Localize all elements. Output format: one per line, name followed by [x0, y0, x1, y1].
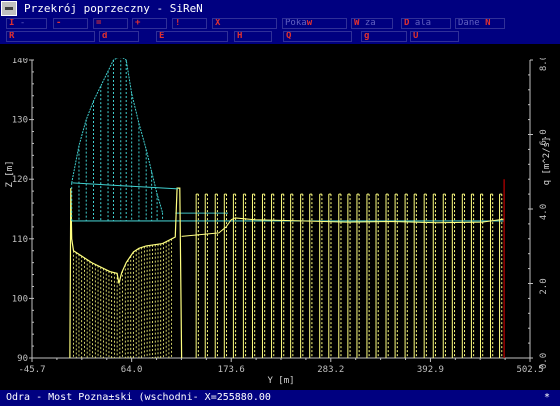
- y-left-tick-label: 130: [12, 116, 28, 126]
- x-tick-label: -45.7: [18, 365, 45, 375]
- x-tick-label: 64.0: [121, 365, 143, 375]
- menu-row1-button-8[interactable]: D ala: [401, 18, 451, 29]
- menu-row2-button-5[interactable]: g: [361, 31, 407, 42]
- menu-row1-button-1[interactable]: -: [53, 18, 88, 29]
- menu-row1-button-9[interactable]: Dane N: [455, 18, 505, 29]
- menu-hotkey: +: [135, 18, 141, 28]
- y-right-tick-label: 0.0: [539, 353, 549, 369]
- discharge-floodplain-line: [72, 182, 179, 190]
- menu-hotkey: -: [56, 18, 62, 28]
- menu-row2-button-0[interactable]: R: [6, 31, 95, 42]
- toolbar: I - - = + ! X Pokaw W za D ala Dane N R …: [0, 18, 560, 44]
- y-left-tick-label: 90: [17, 354, 28, 364]
- menu-hotkey: Q: [286, 31, 292, 41]
- menu-hotkey: d: [102, 31, 108, 41]
- menu-hotkey: !: [175, 18, 181, 28]
- x-tick-label: 283.2: [317, 365, 344, 375]
- menu-row2-button-6[interactable]: U: [410, 31, 459, 42]
- menu-row2-button-2[interactable]: E: [156, 31, 228, 42]
- menu-hotkey: D: [404, 18, 410, 28]
- window-title: Przekrój poprzeczny - SiReN: [24, 2, 203, 15]
- status-indicator: *: [543, 392, 550, 403]
- menu-hotkey: w: [306, 18, 313, 28]
- menu-hotkey: g: [364, 31, 370, 41]
- y-right-tick-label: 8.0: [539, 58, 549, 71]
- menu-hotkey: I: [9, 18, 15, 28]
- y-right-tick-label: 4.0: [539, 204, 549, 220]
- menu-row1-button-2[interactable]: =: [93, 18, 128, 29]
- cross-section-chart: -45.7 64.0 173.6 283.2 392.9 502.5 Y [m] 90 100 1…: [0, 55, 560, 390]
- y-left-tick-label: 140: [12, 58, 28, 66]
- title-bar: Przekrój poprzeczny - SiReN: [0, 0, 560, 18]
- menu-row1-button-4[interactable]: !: [172, 18, 207, 29]
- menu-hotkey: N: [485, 18, 491, 28]
- y-left-tick-label: 100: [12, 294, 28, 304]
- menu-hotkey: U: [413, 31, 419, 41]
- y-left-axis-label: Z [m]: [5, 160, 15, 187]
- menu-row2-button-1[interactable]: d: [99, 31, 139, 42]
- menu-hotkey: W: [354, 18, 360, 28]
- x-tick-label: 173.6: [218, 365, 245, 375]
- menu-row2-button-4[interactable]: Q: [283, 31, 352, 42]
- menu-hotkey: X: [215, 18, 221, 28]
- menu-row1-button-7[interactable]: W za: [351, 18, 393, 29]
- menu-row1-button-5[interactable]: X: [212, 18, 277, 29]
- menu-hotkey: H: [237, 31, 243, 41]
- y-right-axis-label: q [m^2/s]: [542, 137, 552, 186]
- y-left-tick-label: 110: [12, 235, 28, 245]
- menu-hotkey: E: [159, 31, 165, 41]
- x-tick-label: 392.9: [417, 365, 444, 375]
- menu-row2-button-3[interactable]: H: [234, 31, 272, 42]
- discharge-outline: [71, 55, 164, 213]
- menu-row1-button-3[interactable]: +: [132, 18, 167, 29]
- menu-hotkey: R: [9, 31, 15, 41]
- y-right-tick-label: 2.0: [539, 278, 549, 294]
- status-bar: Odra - Most Pozna±ski (wschodni- X=25588…: [0, 390, 560, 406]
- menu-row1-button-6[interactable]: Pokaw: [282, 18, 347, 29]
- system-menu-icon[interactable]: [1, 1, 17, 16]
- chart-svg: -45.7 64.0 173.6 283.2 392.9 502.5Y [m]901001…: [5, 55, 552, 386]
- menu-hotkey: =: [96, 18, 102, 28]
- status-text: Odra - Most Pozna±ski (wschodni- X=25588…: [6, 392, 271, 403]
- x-axis-label: Y [m]: [267, 376, 294, 386]
- menu-row1-button-0[interactable]: I -: [6, 18, 47, 29]
